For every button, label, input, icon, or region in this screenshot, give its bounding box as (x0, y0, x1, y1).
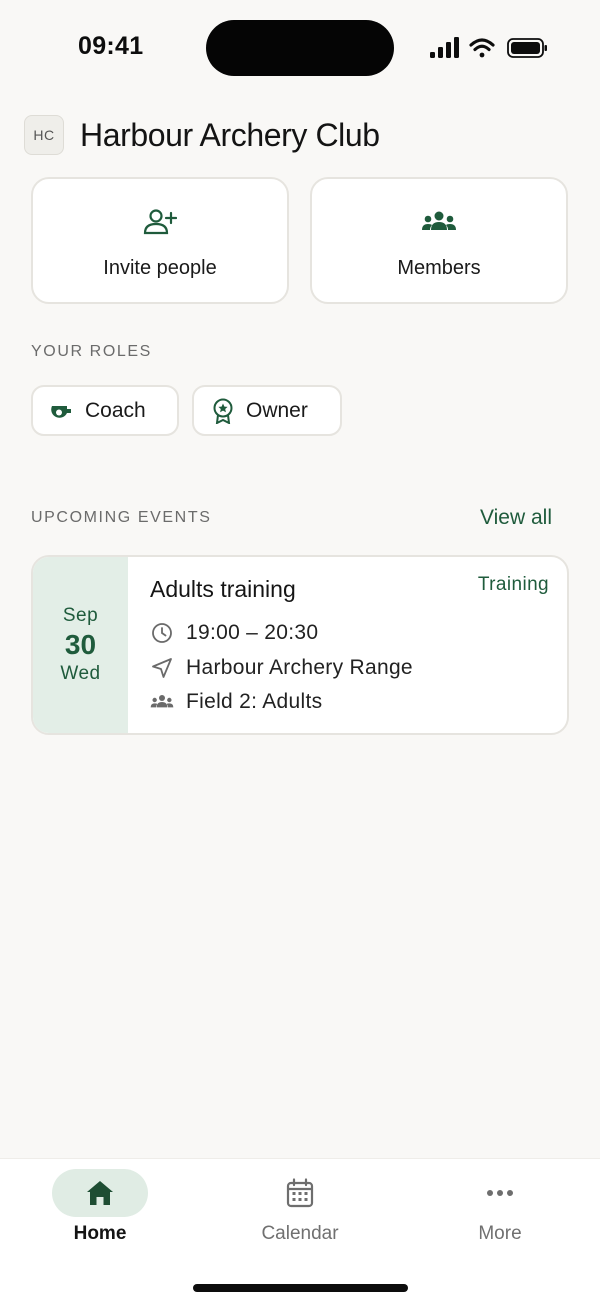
club-header: HC Harbour Archery Club (24, 113, 380, 157)
battery-icon (507, 38, 547, 58)
event-time-row: 19:00 – 20:30 (150, 620, 318, 646)
clock-icon (150, 621, 174, 645)
event-day: 30 (64, 629, 97, 660)
event-location-row: Harbour Archery Range (150, 655, 413, 681)
tab-label: Home (73, 1223, 127, 1244)
wifi-icon (469, 38, 495, 58)
view-all-link[interactable]: View all (480, 506, 552, 530)
tab-calendar[interactable]: Calendar (200, 1169, 400, 1259)
members-button[interactable]: Members (310, 177, 568, 304)
event-type-badge: Training (477, 574, 549, 595)
role-label: Owner (246, 398, 308, 422)
club-avatar[interactable]: HC (24, 115, 64, 155)
event-group: Field 2: Adults (186, 690, 323, 713)
event-title: Adults training (150, 576, 296, 602)
role-label: Coach (85, 398, 146, 422)
tab-more-pill (452, 1169, 548, 1217)
tab-calendar-pill (252, 1169, 348, 1217)
more-dots-icon (487, 1190, 513, 1196)
cellular-icon (430, 37, 459, 58)
tab-home[interactable]: Home (0, 1169, 200, 1259)
tab-label: More (478, 1223, 522, 1244)
whistle-icon (49, 398, 75, 424)
roles-heading: YOUR ROLES (31, 343, 152, 360)
tab-more[interactable]: More (400, 1169, 600, 1259)
event-month: Sep (62, 605, 99, 626)
award-badge-icon (210, 398, 236, 424)
upcoming-events-heading: UPCOMING EVENTS (31, 509, 212, 526)
event-group-row: Field 2: Adults (150, 689, 322, 715)
page-title: Harbour Archery Club (80, 116, 380, 153)
tab-home-pill (52, 1169, 148, 1217)
home-indicator[interactable] (193, 1284, 408, 1292)
person-add-icon (143, 207, 177, 237)
status-bar: 09:41 (0, 0, 600, 96)
invite-people-label: Invite people (103, 257, 217, 279)
event-location: Harbour Archery Range (186, 656, 413, 679)
navigation-arrow-icon (150, 656, 174, 680)
tab-label: Calendar (261, 1223, 339, 1244)
status-time: 09:41 (78, 32, 144, 60)
group-icon (421, 207, 457, 237)
event-card[interactable]: Sep 30 Wed Adults training Training 19:0… (31, 555, 569, 735)
group-icon (150, 690, 174, 714)
tab-bar: Home Calendar More (0, 1158, 600, 1305)
members-label: Members (397, 257, 481, 279)
status-icons (430, 36, 548, 60)
event-time: 19:00 – 20:30 (186, 621, 319, 644)
role-chip-coach[interactable]: Coach (31, 385, 179, 436)
home-icon (87, 1181, 113, 1205)
event-date-block: Sep 30 Wed (33, 557, 128, 733)
calendar-icon (286, 1178, 314, 1208)
invite-people-button[interactable]: Invite people (31, 177, 289, 304)
event-weekday: Wed (60, 663, 101, 684)
role-chip-owner[interactable]: Owner (192, 385, 342, 436)
dynamic-island (206, 20, 394, 76)
